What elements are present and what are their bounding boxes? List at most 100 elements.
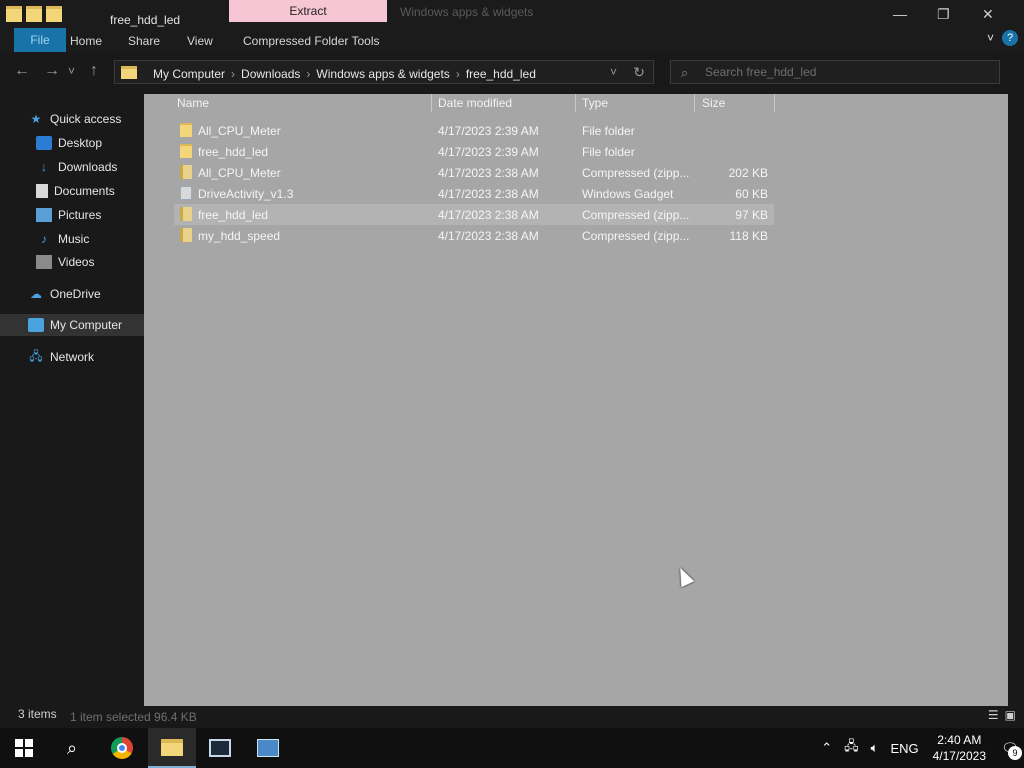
breadcrumb-windows-apps-widgets[interactable]: Windows apps & widgets <box>316 67 449 81</box>
star-icon: ★ <box>30 112 42 126</box>
address-dropdown-icon[interactable]: ˅ <box>610 65 617 79</box>
clock[interactable]: 2:40 AM 4/17/2023 <box>933 732 986 764</box>
tab-view[interactable]: View <box>187 34 213 48</box>
folder-icon <box>180 123 192 137</box>
taskbar: ⌕ ⌃ 🖧︎ 🔈︎ ENG 2:40 AM 4/17/2023 🗨︎ 9 <box>0 728 1024 768</box>
chrome-taskbar-button[interactable] <box>98 728 146 768</box>
file-type: File folder <box>582 145 635 159</box>
chevron-right-icon[interactable]: › <box>231 67 235 81</box>
extract-context-tab[interactable]: Extract <box>229 0 387 22</box>
file-row[interactable]: DriveActivity_v1.3 4/17/2023 2:38 AM Win… <box>174 183 774 204</box>
mouse-cursor-icon <box>673 564 695 588</box>
details-view-icon[interactable]: ☰ <box>988 708 999 722</box>
minimize-button[interactable]: — <box>893 6 907 22</box>
file-date: 4/17/2023 2:39 AM <box>438 145 539 159</box>
file-explorer-taskbar-button[interactable] <box>148 728 196 768</box>
file-size: 97 KB <box>735 208 768 222</box>
film-icon <box>209 739 231 757</box>
video-app-taskbar-button[interactable] <box>196 728 244 768</box>
file-type: File folder <box>582 124 635 138</box>
start-button[interactable] <box>0 728 48 768</box>
properties-icon[interactable] <box>26 6 42 22</box>
file-name: DriveActivity_v1.3 <box>198 187 294 201</box>
ghost-window-title: Windows apps & widgets <box>400 5 534 19</box>
expand-ribbon-icon[interactable]: ˅ <box>987 31 994 45</box>
maximize-button[interactable]: ❐ <box>937 6 950 23</box>
nav-videos[interactable]: Videos <box>36 251 144 273</box>
close-button[interactable]: ✕ <box>982 6 994 23</box>
tab-share[interactable]: Share <box>128 34 160 48</box>
column-divider[interactable] <box>575 94 576 112</box>
volume-icon[interactable]: 🔈︎ <box>871 740 879 756</box>
column-size[interactable]: Size <box>702 96 725 110</box>
help-icon[interactable]: ? <box>1002 30 1018 46</box>
tab-compressed-folder-tools[interactable]: Compressed Folder Tools <box>243 34 380 48</box>
input-language[interactable]: ENG <box>890 741 918 756</box>
pictures-icon <box>36 208 52 222</box>
file-list-pane: Name Date modified Type Size All_CPU_Met… <box>144 94 1008 706</box>
nav-label: Pictures <box>58 208 102 222</box>
address-bar[interactable]: My Computer › Downloads › Windows apps &… <box>114 60 654 84</box>
column-type[interactable]: Type <box>582 96 608 110</box>
breadcrumb-my-computer[interactable]: My Computer <box>153 67 225 81</box>
system-tray: ⌃ 🖧︎ 🔈︎ ENG 2:40 AM 4/17/2023 🗨︎ 9 <box>815 728 1024 768</box>
file-explorer-icon <box>161 738 183 756</box>
file-row[interactable]: All_CPU_Meter 4/17/2023 2:38 AM Compress… <box>174 162 774 183</box>
recent-locations-button[interactable]: ˅ <box>68 64 75 78</box>
breadcrumb-free-hdd-led[interactable]: free_hdd_led <box>466 67 536 81</box>
back-button[interactable]: ← <box>14 62 30 80</box>
network-status-icon[interactable]: 🖧︎ <box>844 737 859 759</box>
folder-icon[interactable] <box>6 6 22 22</box>
forward-button[interactable]: → <box>44 62 60 80</box>
nav-label: Quick access <box>50 112 122 126</box>
status-bar: 3 items 1 item selected 96.4 KB ☰ ▣ <box>0 706 1024 728</box>
nav-onedrive[interactable]: ☁ OneDrive <box>28 283 144 305</box>
file-row[interactable]: free_hdd_led 4/17/2023 2:38 AM Compresse… <box>174 204 774 225</box>
search-input[interactable] <box>705 64 985 80</box>
nav-my-computer[interactable]: My Computer <box>0 314 144 336</box>
column-date-modified[interactable]: Date modified <box>438 96 512 110</box>
show-hidden-icons-icon[interactable]: ⌃ <box>821 740 832 756</box>
network-icon: 🖧︎ <box>29 348 43 363</box>
file-type: Windows Gadget <box>582 187 674 201</box>
file-type: Compressed (zipp... <box>582 166 690 180</box>
nav-desktop[interactable]: Desktop 📌︎ <box>36 132 160 154</box>
search-box[interactable]: ⌕ <box>670 60 1000 84</box>
chevron-right-icon[interactable]: › <box>456 67 460 81</box>
nav-label: Network <box>50 350 95 364</box>
breadcrumb-downloads[interactable]: Downloads <box>241 67 300 81</box>
nav-label: Documents <box>54 184 115 198</box>
nav-documents[interactable]: Documents 📌︎ <box>36 180 160 202</box>
search-taskbar-button[interactable]: ⌕ <box>48 728 96 768</box>
column-divider[interactable] <box>431 94 432 112</box>
action-center-button[interactable]: 🗨︎ 9 <box>996 728 1024 768</box>
file-row[interactable]: All_CPU_Meter 4/17/2023 2:39 AM File fol… <box>174 120 774 141</box>
clock-date: 4/17/2023 <box>932 749 986 763</box>
nav-pictures[interactable]: Pictures 📌︎ <box>36 204 160 226</box>
large-icons-view-icon[interactable]: ▣ <box>1005 708 1016 722</box>
nav-label: My Computer <box>50 318 123 332</box>
new-folder-icon[interactable] <box>46 6 62 22</box>
tab-home[interactable]: Home <box>70 34 102 48</box>
search-icon: ⌕ <box>66 737 78 758</box>
file-row[interactable]: my_hdd_speed 4/17/2023 2:38 AM Compresse… <box>174 225 774 246</box>
nav-network[interactable]: 🖧︎ Network <box>28 346 144 368</box>
file-date: 4/17/2023 2:39 AM <box>438 124 539 138</box>
refresh-icon[interactable]: ↻ <box>633 64 645 81</box>
nav-label: Desktop <box>58 136 103 150</box>
tab-file[interactable]: File <box>14 28 66 52</box>
clock-time: 2:40 AM <box>937 733 982 747</box>
chevron-right-icon[interactable]: › <box>306 67 310 81</box>
download-icon: ↓ <box>41 160 47 174</box>
app-taskbar-button[interactable] <box>244 728 292 768</box>
column-divider[interactable] <box>694 94 695 112</box>
nav-music[interactable]: ♪ Music <box>36 228 144 250</box>
column-divider[interactable] <box>774 94 775 112</box>
file-size: 60 KB <box>735 187 768 201</box>
column-name[interactable]: Name <box>177 96 209 110</box>
nav-downloads[interactable]: ↓ Downloads 📌︎ <box>36 156 160 178</box>
file-name: All_CPU_Meter <box>198 124 281 138</box>
up-button[interactable]: ↑ <box>90 62 98 80</box>
windows-logo-icon <box>15 739 33 757</box>
file-row[interactable]: free_hdd_led 4/17/2023 2:39 AM File fold… <box>174 141 774 162</box>
